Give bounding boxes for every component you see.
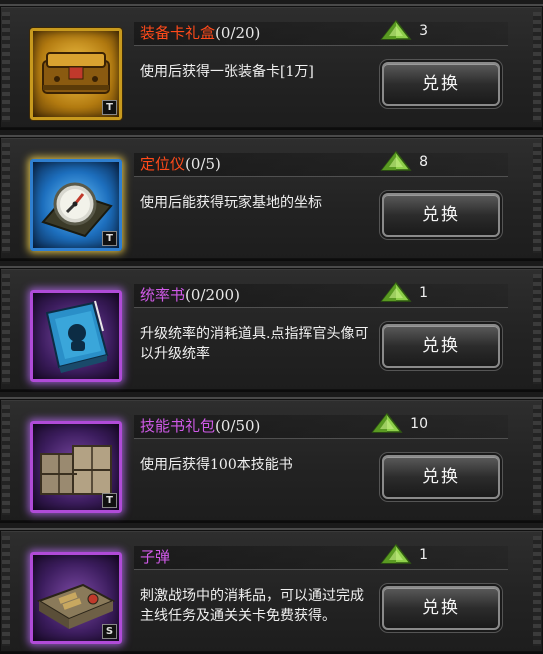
item-price-value: 8 <box>419 154 428 170</box>
green-crystal-icon <box>380 20 412 40</box>
exchange-item-card: T 装备卡礼盒(0/20) 3 使用后获得一张装备卡[1万] 兑换 <box>0 4 543 130</box>
item-price-value: 1 <box>419 285 428 301</box>
item-count: (0/200) <box>185 286 240 304</box>
item-price-value: 1 <box>419 547 428 563</box>
item-title-bar: 子弹 1 <box>134 544 508 570</box>
exchange-button[interactable]: 兑换 <box>382 193 500 237</box>
item-count: (0/50) <box>215 417 261 435</box>
item-title: 技能书礼包(0/50) <box>140 416 260 436</box>
item-icon-frame[interactable]: S <box>30 552 122 644</box>
item-title: 统率书(0/200) <box>140 285 240 305</box>
leadership-book-icon <box>45 300 109 373</box>
exchange-button[interactable]: 兑换 <box>382 62 500 106</box>
exchange-button[interactable]: 兑换 <box>382 455 500 499</box>
item-description: 使用后能获得玩家基地的坐标 <box>140 195 322 211</box>
item-title: 装备卡礼盒(0/20) <box>140 23 260 43</box>
item-title: 定位仪(0/5) <box>140 154 221 174</box>
item-title-bar: 装备卡礼盒(0/20) 3 <box>134 20 508 46</box>
exchange-item-card: S 子弹 1 刺激战场中的消耗品，可以通过完成主线任务及通关关卡免费获得。 兑换 <box>0 528 543 654</box>
exchange-item-card: T 技能书礼包(0/50) 10 使用后获得100本技能书 兑换 <box>0 397 543 523</box>
item-tag: T <box>102 100 117 115</box>
exchange-list: T 装备卡礼盒(0/20) 3 使用后获得一张装备卡[1万] 兑换 T 定位仪(… <box>0 0 543 654</box>
item-tag: T <box>102 231 117 246</box>
item-tag: S <box>102 624 117 639</box>
item-name: 统率书 <box>140 286 186 304</box>
item-price-value: 10 <box>410 416 428 432</box>
item-description: 刺激战场中的消耗品，可以通过完成主线任务及通关关卡免费获得。 <box>140 588 364 624</box>
item-title-bar: 定位仪(0/5) 8 <box>134 151 508 177</box>
item-title-bar: 技能书礼包(0/50) 10 <box>134 413 508 439</box>
exchange-button[interactable]: 兑换 <box>382 324 500 368</box>
item-price: 10 <box>370 413 428 435</box>
green-crystal-icon <box>380 282 412 302</box>
item-name: 子弹 <box>140 548 171 566</box>
green-crystal-icon <box>380 151 412 171</box>
item-icon-frame[interactable]: T <box>30 159 122 251</box>
exchange-item-card: 统率书(0/200) 1 升级统率的消耗道具.点指挥官头像可以升级统率 兑换 <box>0 266 543 392</box>
item-name: 定位仪 <box>140 155 186 173</box>
item-price: 8 <box>379 151 428 173</box>
item-name: 技能书礼包 <box>140 417 216 435</box>
item-tag: T <box>102 493 117 508</box>
item-description: 使用后获得100本技能书 <box>140 457 293 473</box>
exchange-item-card: T 定位仪(0/5) 8 使用后能获得玩家基地的坐标 兑换 <box>0 135 543 261</box>
item-title-bar: 统率书(0/200) 1 <box>134 282 508 308</box>
item-icon-frame[interactable]: T <box>30 28 122 120</box>
item-count: (0/5) <box>185 155 221 173</box>
item-name: 装备卡礼盒 <box>140 24 216 42</box>
item-price: 3 <box>379 20 428 42</box>
item-title: 子弹 <box>140 547 170 567</box>
item-icon-frame[interactable] <box>30 290 122 382</box>
item-price-value: 3 <box>419 23 428 39</box>
green-crystal-icon <box>380 544 412 564</box>
item-icon-frame[interactable]: T <box>30 421 122 513</box>
item-description: 使用后获得一张装备卡[1万] <box>140 64 314 80</box>
item-count: (0/20) <box>215 24 261 42</box>
exchange-button[interactable]: 兑换 <box>382 586 500 630</box>
item-price: 1 <box>379 544 428 566</box>
green-crystal-icon <box>371 413 403 433</box>
item-price: 1 <box>379 282 428 304</box>
item-description: 升级统率的消耗道具.点指挥官头像可以升级统率 <box>140 326 369 362</box>
